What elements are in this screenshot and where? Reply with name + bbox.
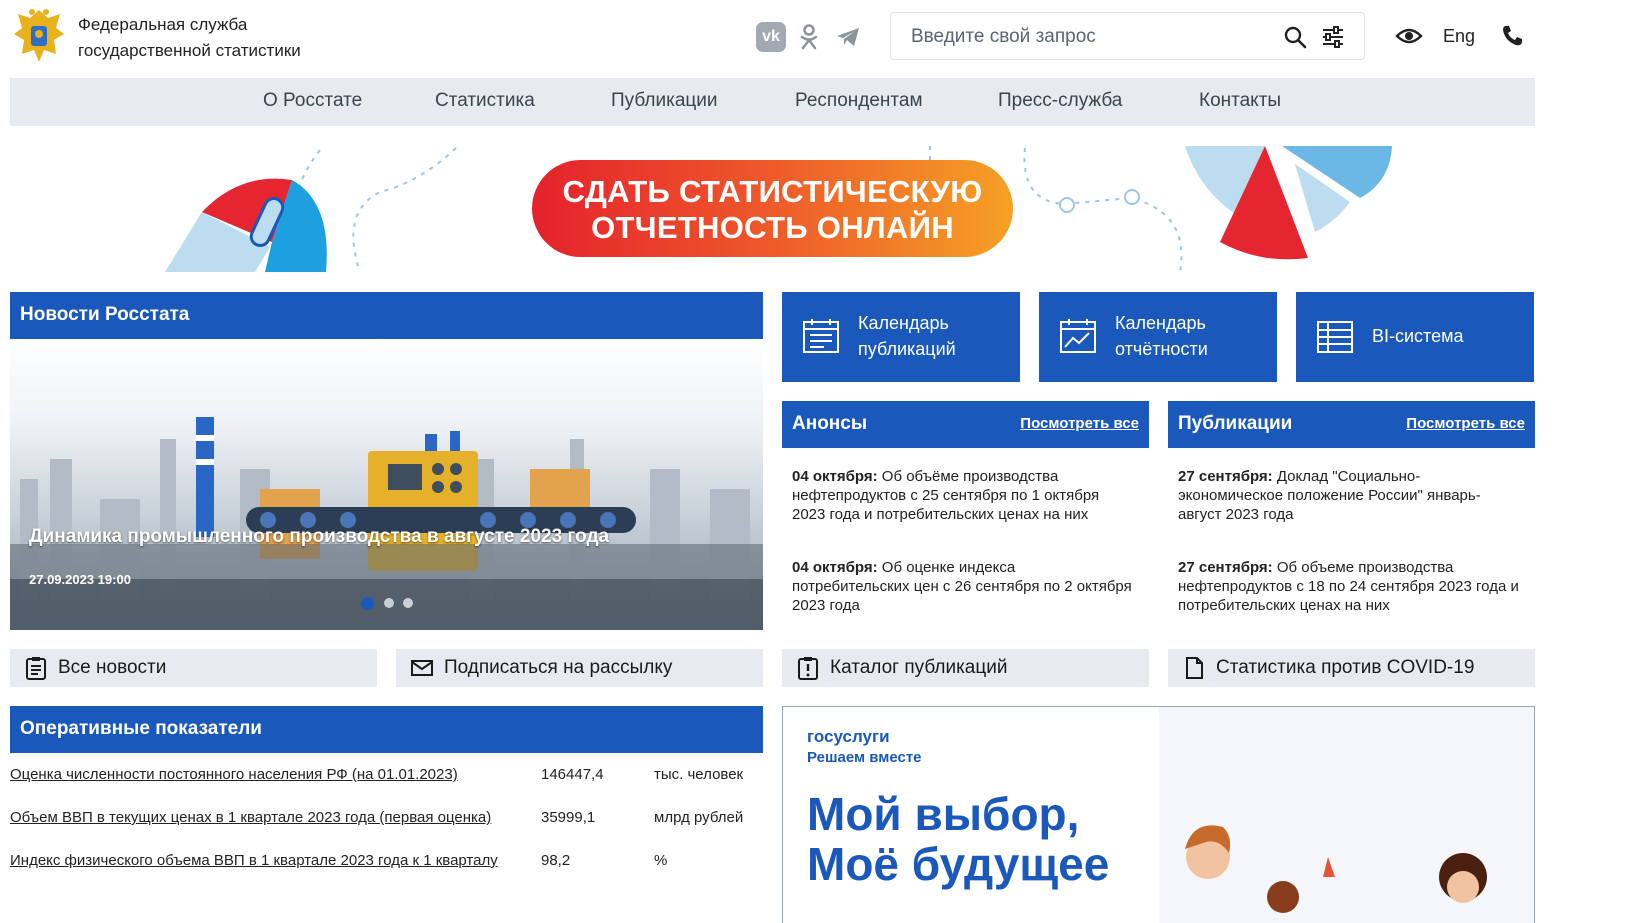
catalog-alert-icon: [798, 657, 818, 680]
tile-label-line2: отчётности: [1115, 339, 1208, 359]
announcements-title: Анонсы: [792, 413, 868, 434]
database-table-icon: [1317, 321, 1353, 353]
tile-label-line1: Календарь: [858, 313, 949, 333]
announcements-see-all-link[interactable]: Посмотреть все: [1020, 415, 1139, 432]
people-illustration: [1185, 825, 1487, 913]
search-box[interactable]: [890, 12, 1365, 60]
covid-stats-button[interactable]: Статистика против COVID-19: [1168, 649, 1535, 687]
indicators-header[interactable]: Оперативные показатели: [10, 706, 763, 753]
org-name-line1: Федеральная служба: [78, 15, 248, 34]
tile-label: Календарь публикаций: [858, 310, 956, 362]
subscribe-button[interactable]: Подписаться на рассылку: [396, 649, 763, 687]
nav-item-press[interactable]: Пресс-служба: [998, 90, 1122, 112]
nav-item-publications[interactable]: Публикации: [611, 90, 718, 112]
catalog-button[interactable]: Каталог публикаций: [782, 649, 1149, 687]
publications-title: Публикации: [1178, 413, 1293, 434]
document-icon: [1186, 657, 1203, 679]
indicator-value: 146447,4: [541, 766, 604, 783]
publication-date: 27 сентября:: [1178, 468, 1273, 485]
language-switch[interactable]: Eng: [1443, 26, 1475, 47]
all-news-button[interactable]: Все новости: [10, 649, 377, 687]
announcement-item[interactable]: 04 октября: Об объёме производства нефте…: [792, 467, 1132, 524]
announcement-date: 04 октября:: [792, 559, 878, 576]
tile-reporting-calendar[interactable]: Календарь отчётности: [1039, 292, 1277, 382]
publications-header: Публикации Посмотреть все: [1168, 401, 1535, 448]
vk-icon[interactable]: vk: [756, 22, 786, 52]
publication-item[interactable]: 27 сентября: Об объеме производства нефт…: [1178, 558, 1523, 615]
nav-item-about[interactable]: О Росстате: [263, 90, 362, 112]
gosuslugi-brand: госуслуги: [807, 727, 890, 746]
announcement-date: 04 октября:: [792, 468, 878, 485]
publication-item[interactable]: 27 сентября: Доклад "Социально-экономиче…: [1178, 467, 1523, 524]
submit-reports-online-button[interactable]: СДАТЬ СТАТИСТИЧЕСКУЮ ОТЧЕТНОСТЬ ОНЛАЙН: [532, 160, 1013, 257]
organization-name[interactable]: Федеральная служба государственной стати…: [78, 12, 301, 64]
gosuslugi-tagline: Решаем вместе: [807, 749, 922, 766]
calendar-chart-icon: [1060, 319, 1096, 353]
covid-stats-label: Статистика против COVID-19: [1216, 657, 1475, 678]
main-navigation: [10, 78, 1535, 126]
news-slider[interactable]: Динамика промышленного производства в ав…: [10, 339, 763, 630]
nav-item-respondents[interactable]: Респондентам: [795, 90, 923, 112]
tile-label-line2: публикаций: [858, 339, 956, 359]
phone-icon[interactable]: [1500, 24, 1524, 53]
news-section-header[interactable]: Новости Росстата: [10, 292, 763, 339]
announcements-header: Анонсы Посмотреть все: [782, 401, 1149, 448]
tile-label-line1: BI-система: [1372, 326, 1464, 346]
slider-dot[interactable]: [384, 598, 394, 608]
ok-icon[interactable]: [794, 22, 824, 52]
filter-settings-icon[interactable]: [1321, 25, 1345, 54]
indicator-name-link[interactable]: Индекс физического объема ВВП в 1 кварта…: [10, 852, 498, 869]
indicator-unit: %: [654, 852, 668, 869]
slider-dot-active[interactable]: [361, 597, 374, 610]
mail-icon: [411, 660, 433, 676]
gosuslugi-headline: Мой выбор, Моё будущее: [807, 789, 1109, 889]
tile-label: Календарь отчётности: [1115, 310, 1208, 362]
calendar-list-icon: [803, 319, 839, 353]
search-icon[interactable]: [1283, 25, 1307, 54]
catalog-label: Каталог публикаций: [830, 657, 1008, 678]
search-input[interactable]: [909, 25, 1273, 49]
publication-date: 27 сентября:: [1178, 559, 1273, 576]
tile-label-line1: Календарь: [1115, 313, 1206, 333]
tile-bi-system[interactable]: BI-система: [1296, 292, 1534, 382]
accessibility-eye-icon[interactable]: [1395, 24, 1423, 53]
gosuslugi-banner[interactable]: госуслуги Решаем вместе Мой выбор, Моё б…: [782, 706, 1535, 923]
news-slide-date: 27.09.2023 19:00: [29, 572, 131, 587]
gosuslugi-headline-line2: Моё будущее: [807, 838, 1110, 890]
all-news-label: Все новости: [58, 657, 167, 678]
tile-publication-calendar[interactable]: Календарь публикаций: [782, 292, 1020, 382]
indicator-value: 98,2: [541, 852, 571, 869]
clipboard-list-icon: [26, 657, 46, 680]
indicator-value: 35999,1: [541, 809, 596, 826]
indicator-name-link[interactable]: Оценка численности постоянного населения…: [10, 766, 458, 783]
banner-line2: ОТЧЕТНОСТЬ ОНЛАЙН: [591, 210, 954, 245]
gosuslugi-logo: госуслуги: [807, 727, 890, 747]
indicator-unit: млрд рублей: [654, 809, 744, 826]
org-name-line2: государственной статистики: [78, 41, 301, 60]
indicator-name-link[interactable]: Объем ВВП в текущих ценах в 1 квартале 2…: [10, 809, 491, 826]
rosstat-emblem-logo[interactable]: [10, 4, 68, 68]
news-slide-title[interactable]: Динамика промышленного производства в ав…: [29, 526, 609, 548]
banner-line1: СДАТЬ СТАТИСТИЧЕСКУЮ: [562, 174, 983, 209]
indicator-unit: тыс. человек: [654, 766, 744, 783]
slider-dot[interactable]: [403, 598, 413, 608]
telegram-icon[interactable]: [833, 22, 863, 52]
announcement-item[interactable]: 04 октября: Об оценке индекса потребител…: [792, 558, 1132, 615]
gosuslugi-headline-line1: Мой выбор,: [807, 788, 1080, 840]
subscribe-label: Подписаться на рассылку: [444, 657, 673, 678]
nav-item-statistics[interactable]: Статистика: [435, 90, 535, 112]
nav-item-contacts[interactable]: Контакты: [1199, 90, 1281, 112]
publications-see-all-link[interactable]: Посмотреть все: [1406, 415, 1525, 432]
